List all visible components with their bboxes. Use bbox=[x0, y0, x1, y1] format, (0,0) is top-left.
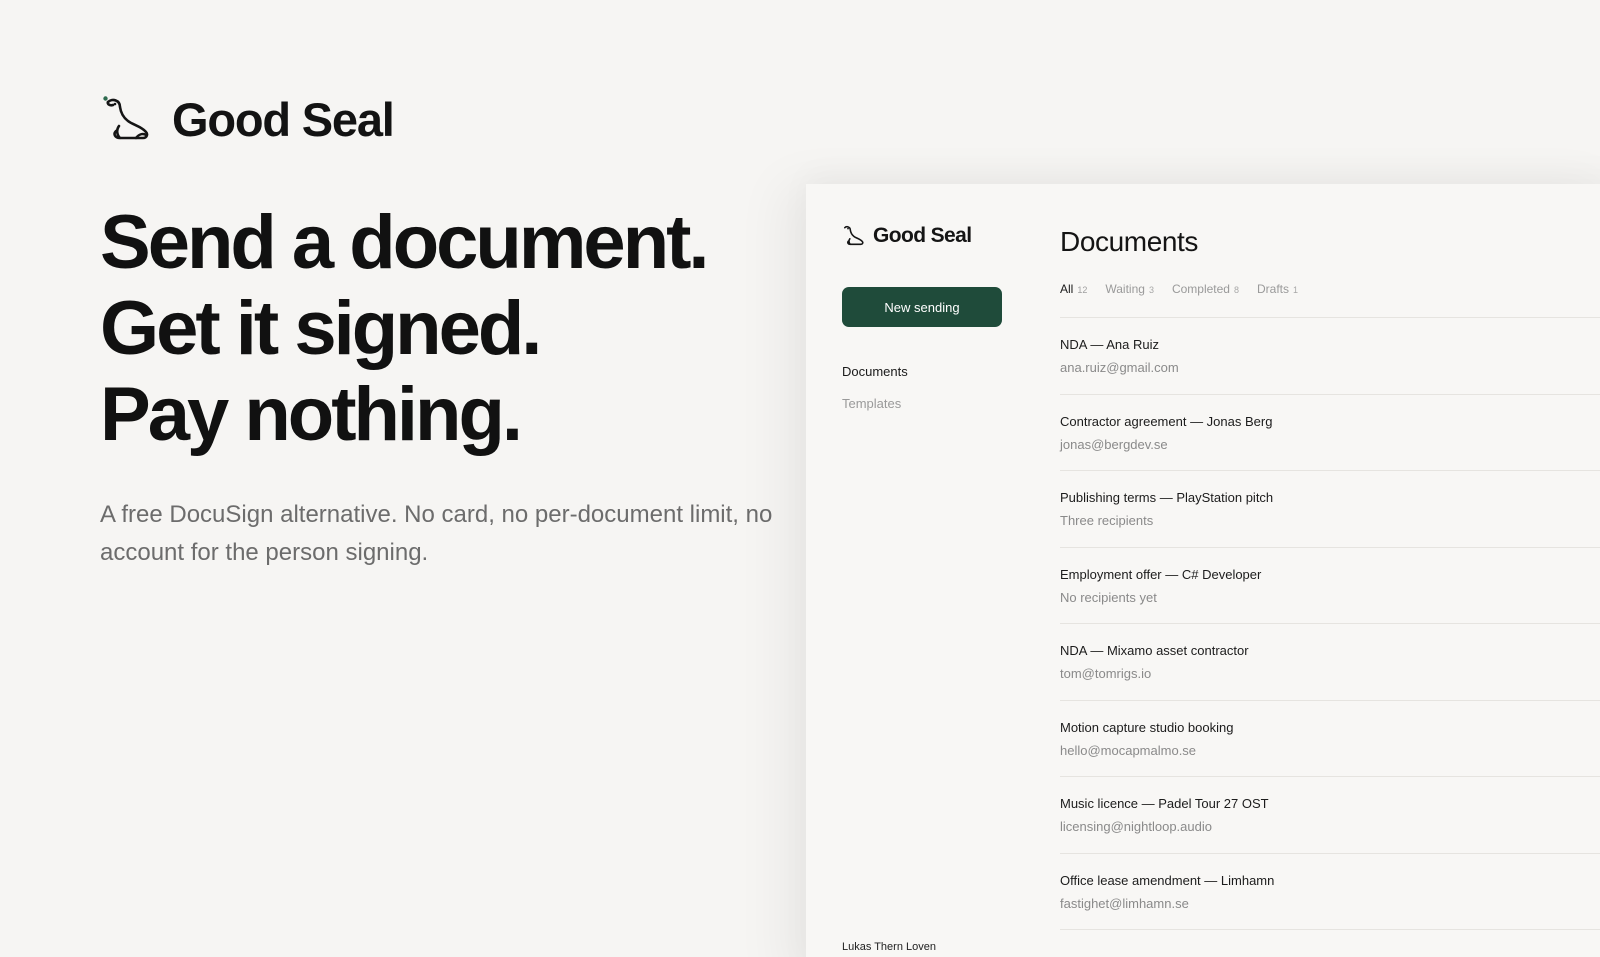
app-preview: Good Seal New sending Documents Template… bbox=[806, 184, 1600, 957]
brand-header[interactable]: Good Seal bbox=[102, 92, 395, 147]
document-recipient: Three recipients bbox=[1060, 513, 1154, 528]
document-recipient: jonas@bergdev.se bbox=[1060, 436, 1168, 452]
list-item[interactable]: Office lease amendment — Limhamn fastigh… bbox=[1060, 854, 1600, 930]
sidebar-item-templates[interactable]: Templates bbox=[842, 396, 1002, 428]
list-item[interactable]: NDA — Mixamo asset contractor tom@tomrig… bbox=[1060, 624, 1600, 701]
tab-label: All bbox=[1060, 282, 1074, 296]
list-item[interactable]: Employment offer — C# Developer No recip… bbox=[1060, 548, 1600, 624]
tab-label: Waiting bbox=[1105, 282, 1145, 296]
document-title: Motion capture studio booking bbox=[1060, 719, 1234, 735]
app-brand[interactable]: Good Seal bbox=[842, 224, 1002, 248]
document-title: Publishing terms — PlayStation pitch bbox=[1060, 490, 1274, 505]
list-item[interactable]: Music licence — Padel Tour 27 OST licens… bbox=[1060, 777, 1600, 854]
filter-tabs: All 12 Waiting 3 Completed 8 Drafts 1 bbox=[1060, 282, 1600, 318]
document-title: Employment offer — C# Developer bbox=[1060, 566, 1262, 582]
tab-waiting[interactable]: Waiting 3 bbox=[1105, 282, 1154, 296]
tab-all[interactable]: All 12 bbox=[1060, 282, 1087, 296]
tab-count: 8 bbox=[1233, 285, 1239, 295]
document-recipient: licensing@nightloop.audio bbox=[1060, 819, 1212, 834]
tab-count: 1 bbox=[1293, 285, 1299, 295]
document-title: Music licence — Padel Tour 27 OST bbox=[1060, 796, 1269, 811]
tab-drafts[interactable]: Drafts 1 bbox=[1257, 282, 1298, 296]
tab-count: 3 bbox=[1148, 285, 1154, 295]
document-list: NDA — Ana Ruiz ana.ruiz@gmail.com Contra… bbox=[1060, 318, 1600, 930]
tab-label: Drafts bbox=[1257, 282, 1290, 296]
tab-label: Completed bbox=[1171, 282, 1230, 296]
headline-line-2: Get it signed. bbox=[100, 286, 542, 371]
seal-icon bbox=[103, 95, 149, 139]
new-sending-button[interactable]: New sending bbox=[842, 287, 1002, 327]
document-recipient: hello@mocapmalmo.se bbox=[1060, 742, 1197, 758]
document-recipient: fastighet@limhamn.se bbox=[1060, 895, 1189, 911]
document-recipient: ana.ruiz@gmail.com bbox=[1060, 360, 1179, 375]
list-item[interactable]: Contractor agreement — Jonas Berg jonas@… bbox=[1060, 395, 1600, 471]
list-item[interactable]: NDA — Ana Ruiz ana.ruiz@gmail.com bbox=[1060, 318, 1600, 395]
sidebar-item-documents[interactable]: Documents bbox=[842, 364, 1002, 396]
document-title: Contractor agreement — Jonas Berg bbox=[1060, 413, 1273, 429]
document-title: NDA — Mixamo asset contractor bbox=[1060, 643, 1249, 658]
sidebar-nav: Documents Templates bbox=[842, 364, 1002, 428]
list-item[interactable]: Publishing terms — PlayStation pitch Thr… bbox=[1060, 471, 1600, 548]
app-sidebar: Good Seal New sending Documents Template… bbox=[842, 224, 1002, 957]
seal-icon bbox=[843, 225, 864, 246]
document-recipient: No recipients yet bbox=[1060, 589, 1157, 605]
headline-line-1: Send a document. bbox=[100, 200, 710, 285]
headline-line-3: Pay nothing. bbox=[100, 372, 523, 457]
document-title: NDA — Ana Ruiz bbox=[1060, 337, 1159, 352]
app-brand-name: Good Seal bbox=[873, 224, 972, 247]
page-title: Documents bbox=[1060, 226, 1199, 257]
landing-page: Good Seal Send a document. Get it signed… bbox=[0, 0, 1600, 957]
document-title: Office lease amendment — Limhamn bbox=[1060, 872, 1275, 888]
list-item[interactable]: Motion capture studio booking hello@moca… bbox=[1060, 701, 1600, 777]
hero-headline: Send a document. Get it signed. Pay noth… bbox=[100, 200, 790, 458]
tab-count: 12 bbox=[1077, 285, 1088, 295]
documents-panel: Documents All 12 Waiting 3 Completed 8 Draf… bbox=[1060, 226, 1600, 930]
user-name[interactable]: Lukas Thern Loven bbox=[842, 941, 936, 953]
tab-completed[interactable]: Completed 8 bbox=[1172, 282, 1239, 296]
document-recipient: tom@tomrigs.io bbox=[1060, 666, 1152, 681]
hero-section: Send a document. Get it signed. Pay noth… bbox=[100, 200, 790, 572]
brand-name: Good Seal bbox=[172, 93, 395, 146]
hero-subtitle: A free DocuSign alternative. No card, no… bbox=[100, 501, 773, 566]
